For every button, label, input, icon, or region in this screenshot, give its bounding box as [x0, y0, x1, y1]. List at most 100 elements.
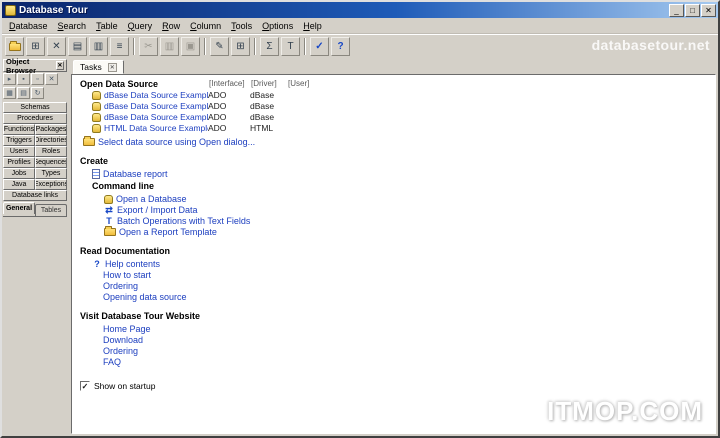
help-contents-link[interactable]: Help contents	[105, 259, 160, 269]
list-view-button[interactable]: ≡	[110, 37, 129, 56]
object-browser-close-button[interactable]: ✕	[55, 61, 64, 70]
close-list-icon[interactable]: ✕	[45, 73, 58, 85]
menu-column[interactable]: Column	[185, 20, 226, 32]
menu-database[interactable]: Database	[4, 20, 53, 32]
sidebar-item-users[interactable]: Users	[3, 146, 35, 157]
sidebar-item-schemas[interactable]: Schemas	[3, 102, 67, 113]
sidebar-item-profiles[interactable]: Profiles	[3, 157, 35, 168]
text-fields-button[interactable]: T	[281, 37, 300, 56]
sidebar-item-database-links[interactable]: Database links	[3, 190, 67, 201]
tab-tasks[interactable]: Tasks ✕	[73, 60, 124, 74]
download-link[interactable]: Download	[103, 335, 143, 345]
site-watermark: databasetour.net	[591, 37, 710, 53]
object-browser-header: Object Browser ✕	[3, 57, 67, 75]
website-item-row: Ordering	[80, 346, 707, 356]
toolbar-separator	[204, 38, 206, 55]
how-to-start-link[interactable]: How to start	[103, 270, 151, 280]
sidebar-item-directories[interactable]: Directories	[35, 135, 67, 146]
toolbar: ⊞ ✕ ▤ ▥ ≡ ✂ ▥ ▣ ✎ ⊞ Σ T ✓ ? databasetour…	[2, 34, 718, 58]
open-dialog-folder-icon	[83, 136, 95, 146]
check-button[interactable]: ✓	[310, 37, 329, 56]
minimize-button[interactable]: _	[669, 3, 684, 17]
command-line-item-row: ⇄ Export / Import Data	[80, 205, 707, 216]
open-database-link[interactable]: Open a Database	[116, 194, 187, 204]
tab-close-icon[interactable]: ✕	[107, 62, 117, 72]
close-icon: ✕	[52, 41, 61, 52]
object-browser-panel: Object Browser ✕ ▸ ▪ ▫ ✕ ▦ ▤ ↻ Schemas P…	[2, 57, 68, 436]
edit-button[interactable]: ✎	[210, 37, 229, 56]
menu-tools[interactable]: Tools	[226, 20, 257, 32]
copy-window-button[interactable]: ▥	[89, 37, 108, 56]
list-icon: ≡	[116, 41, 123, 52]
open-dialog-link[interactable]: Select data source using Open dialog...	[98, 137, 255, 147]
batch-operations-link[interactable]: Batch Operations with Text Fields	[117, 216, 250, 226]
grid-button[interactable]: ⊞	[231, 37, 250, 56]
home-page-link[interactable]: Home Page	[103, 324, 151, 334]
cut-button[interactable]: ✂	[139, 37, 158, 56]
help-button[interactable]: ?	[331, 37, 350, 56]
driver-value: HTML	[250, 123, 274, 133]
menu-table[interactable]: Table	[91, 20, 123, 32]
maximize-button[interactable]: □	[685, 3, 700, 17]
data-source-link[interactable]: dBase Data Source Example (ado-directory…	[104, 101, 208, 111]
report-template-link[interactable]: Open a Report Template	[119, 227, 217, 237]
tab-tables[interactable]: Tables	[35, 204, 67, 216]
refresh-icon[interactable]: ↻	[31, 87, 44, 99]
faq-link[interactable]: FAQ	[103, 357, 121, 367]
sidebar-item-functions[interactable]: Functions	[3, 124, 35, 135]
ordering-site-link[interactable]: Ordering	[103, 346, 138, 356]
documentation-item-row: How to start	[80, 270, 707, 280]
sidebar-item-jobs[interactable]: Jobs	[3, 168, 35, 179]
menu-help[interactable]: Help	[298, 20, 327, 32]
question-icon: ?	[337, 41, 344, 52]
new-object-button[interactable]: ⊞	[26, 37, 45, 56]
grid-icon: ⊞	[236, 41, 245, 52]
stop-icon[interactable]: ▪	[17, 73, 30, 85]
menu-options[interactable]: Options	[257, 20, 298, 32]
open-folder-icon	[8, 40, 21, 51]
object-browser-toolbar-row1: ▸ ▪ ▫ ✕	[3, 72, 67, 86]
opening-data-source-link[interactable]: Opening data source	[103, 292, 187, 302]
copy-button[interactable]: ▥	[160, 37, 179, 56]
report-template-folder-icon	[104, 226, 116, 236]
sidebar-item-procedures[interactable]: Procedures	[3, 113, 67, 124]
expand-icon[interactable]: ▸	[3, 73, 16, 85]
tab-general[interactable]: General	[3, 202, 35, 214]
content-area: Tasks ✕ Open Data Source [Interface] [Dr…	[71, 58, 718, 436]
database-icon	[92, 90, 101, 100]
open-data-source-button[interactable]	[5, 37, 24, 56]
menubar: Database Search Table Query Row Column T…	[2, 18, 718, 34]
database-report-link[interactable]: Database report	[103, 169, 168, 179]
show-on-startup-row: ✓ Show on startup	[80, 381, 707, 391]
sidebar-item-packages[interactable]: Packages	[35, 124, 67, 135]
close-data-source-button[interactable]: ✕	[47, 37, 66, 56]
view-data-button[interactable]: ▤	[68, 37, 87, 56]
sum-button[interactable]: Σ	[260, 37, 279, 56]
sidebar-item-java[interactable]: Java	[3, 179, 35, 190]
menu-query[interactable]: Query	[123, 20, 158, 32]
interface-value: ADO	[208, 123, 227, 133]
sidebar-item-roles[interactable]: Roles	[35, 146, 67, 157]
close-button[interactable]: ✕	[701, 3, 716, 17]
sidebar-item-types[interactable]: Types	[35, 168, 67, 179]
pencil-icon: ✎	[215, 41, 224, 52]
database-icon	[92, 123, 101, 133]
export-import-link[interactable]: Export / Import Data	[117, 205, 198, 215]
data-source-link[interactable]: HTML Data Source Example	[104, 123, 208, 133]
menu-search[interactable]: Search	[53, 20, 92, 32]
ordering-doc-link[interactable]: Ordering	[103, 281, 138, 291]
show-on-startup-checkbox[interactable]: ✓	[80, 381, 90, 391]
grid-small-icon[interactable]: ▦	[3, 87, 16, 99]
data-source-link[interactable]: dBase Data Source Example (ado-odbc)	[104, 90, 208, 100]
menu-row[interactable]: Row	[157, 20, 185, 32]
data-source-link[interactable]: dBase Data Source Example (ado-jet)	[104, 112, 208, 122]
object-browser-toolbar-row2: ▦ ▤ ↻	[3, 86, 67, 100]
rows-small-icon[interactable]: ▤	[17, 87, 30, 99]
clear-icon[interactable]: ▫	[31, 73, 44, 85]
paste-icon: ▣	[185, 41, 196, 52]
toolbar-separator	[254, 38, 256, 55]
paste-button[interactable]: ▣	[181, 37, 200, 56]
sidebar-item-sequences[interactable]: Sequences	[35, 157, 67, 168]
sidebar-item-triggers[interactable]: Triggers	[3, 135, 35, 146]
sidebar-item-exceptions[interactable]: Exceptions	[35, 179, 67, 190]
